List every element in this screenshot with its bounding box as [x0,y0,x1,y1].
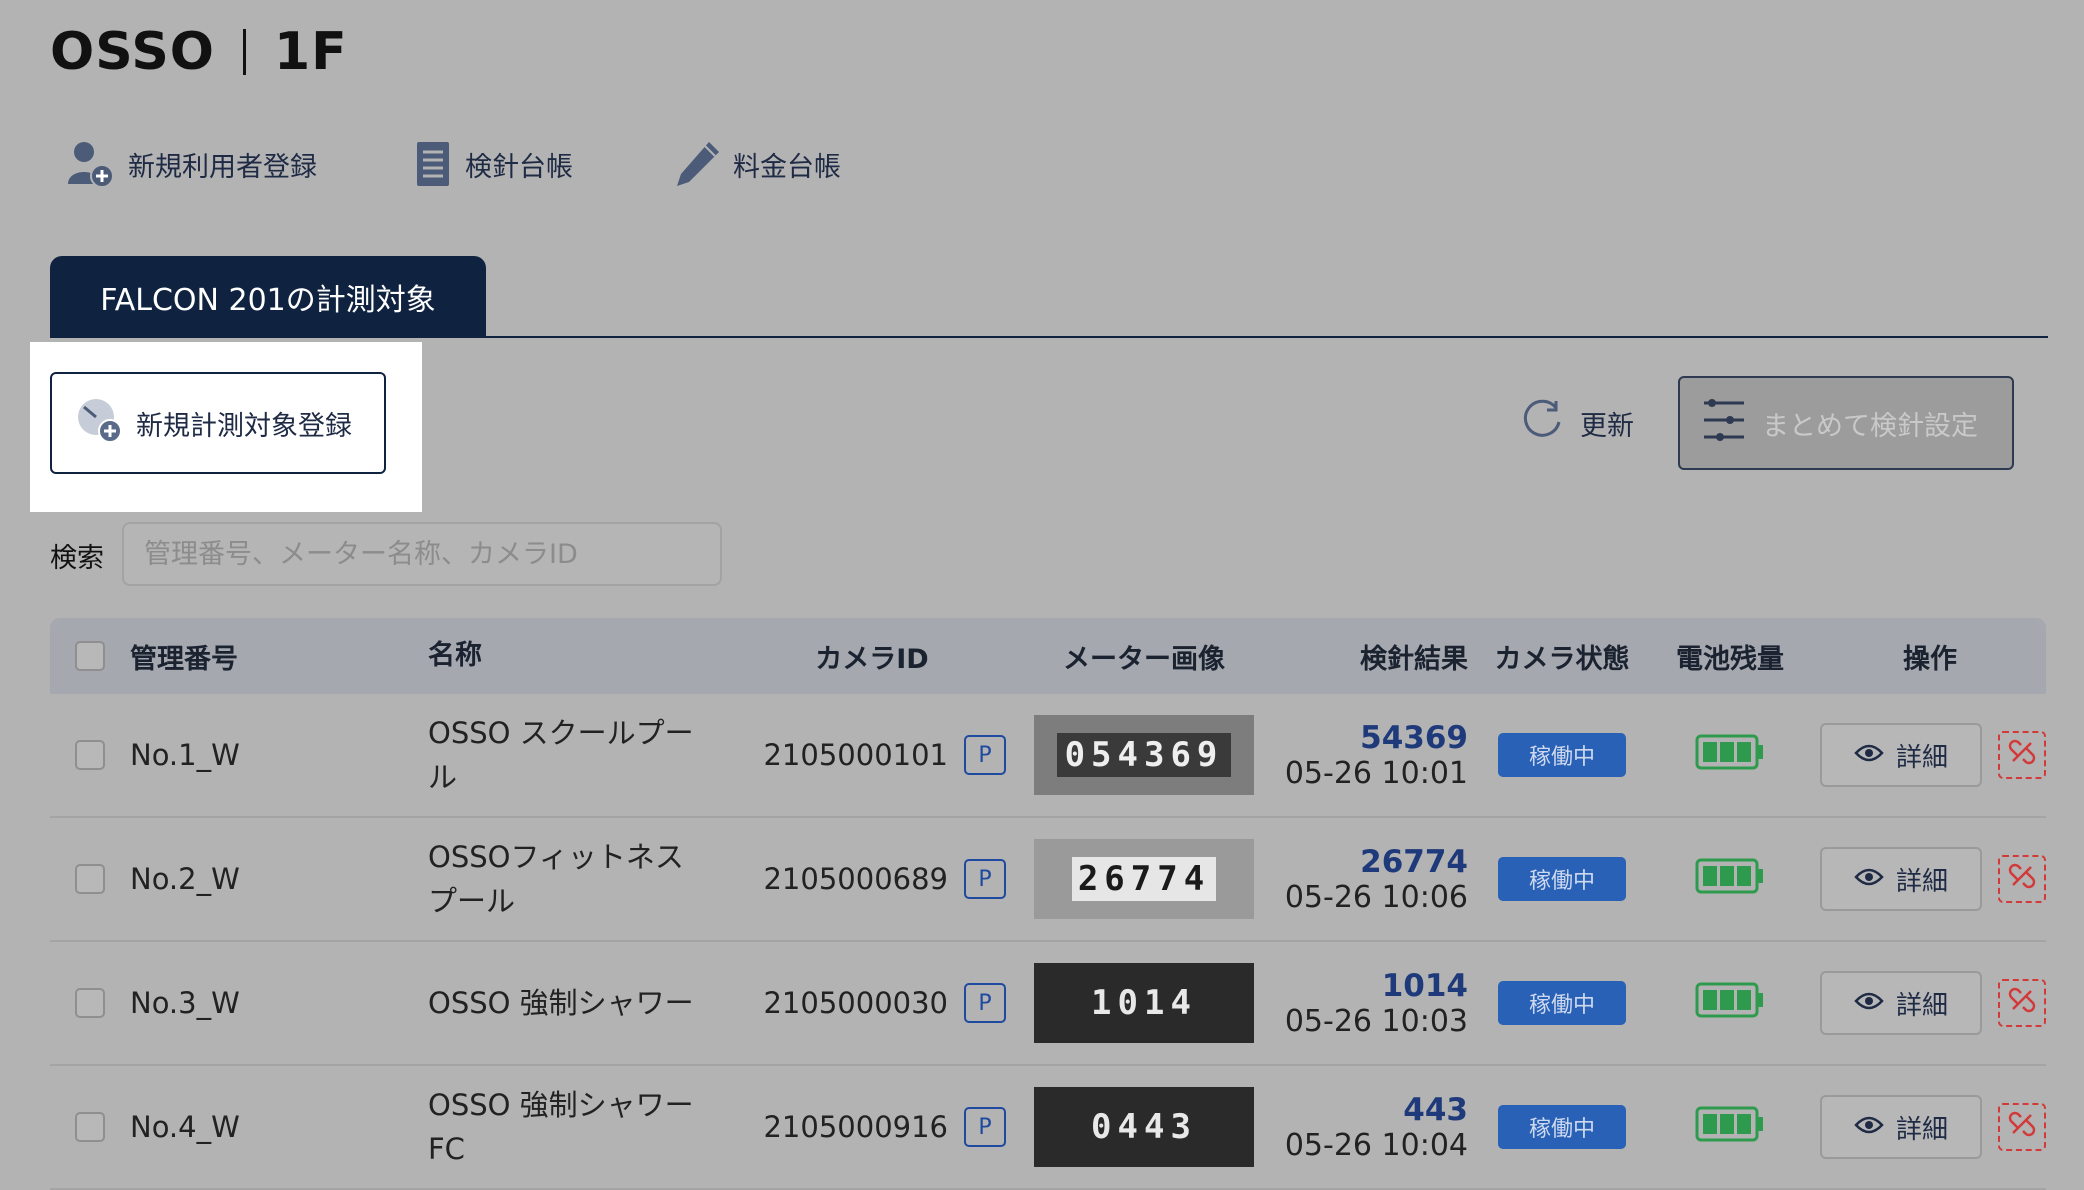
title-divider [242,29,246,75]
pencil-icon [673,138,721,190]
detail-button[interactable]: 詳細 [1820,723,1982,787]
status-badge: 稼働中 [1498,857,1626,901]
battery-full-icon [1695,858,1765,901]
unlink-icon [2007,737,2037,774]
detail-button[interactable]: 詳細 [1820,1095,1982,1159]
meter-image[interactable]: 0443 [1034,1087,1254,1167]
table-row: No.1_W OSSO スクールプー ル 2105000101 P 054369… [50,694,2046,818]
eye-icon [1854,1112,1884,1142]
unlink-icon [2007,1109,2037,1146]
management-no: No.3_W [130,986,240,1020]
col-meter-image: メーター画像 [1063,643,1225,675]
unlink-icon [2007,985,2037,1022]
table-row: No.3_W OSSO 強制シャワー 2105000030 P 1014 101… [50,942,2046,1066]
camera-id: 2105000101 [763,738,948,772]
battery-full-icon [1695,982,1765,1025]
eye-icon [1854,740,1884,770]
unlink-button[interactable] [1998,979,2046,1027]
bulk-setting-label: まとめて検針設定 [1762,410,1978,442]
add-meter-icon [74,395,124,452]
row-checkbox[interactable] [75,740,105,770]
eye-icon [1854,988,1884,1018]
reading-result: 26774 05-26 10:06 [1284,843,1468,915]
row-checkbox[interactable] [75,864,105,894]
reading-result: 1014 05-26 10:03 [1284,967,1468,1039]
page-title: OSSO 1F [50,22,348,82]
status-badge: 稼働中 [1498,733,1626,777]
col-operations: 操作 [1903,643,1957,675]
bulk-meter-setting-button[interactable]: まとめて検針設定 [1678,376,2014,470]
row-checkbox[interactable] [75,1112,105,1142]
new-target-label: 新規計測対象登録 [136,410,352,442]
fee-ledger-label: 料金台帳 [733,151,841,183]
col-name: 名称 [428,640,482,671]
facility-name: OSSO [50,22,215,82]
meter-image[interactable]: 26774 [1034,839,1254,919]
reading-result: 54369 05-26 10:01 [1284,719,1468,791]
floor-name: 1F [273,22,348,82]
top-toolbar: 新規利用者登録 検針台帳 料金台帳 [64,138,841,190]
status-badge: 稼働中 [1498,1105,1626,1149]
new-user-label: 新規利用者登録 [128,151,317,183]
battery-full-icon [1695,1106,1765,1149]
eye-icon [1854,864,1884,894]
meter-image[interactable]: 1014 [1034,963,1254,1043]
add-user-icon [64,138,116,190]
refresh-label: 更新 [1580,411,1634,442]
sliders-icon [1700,395,1748,452]
row-checkbox[interactable] [75,988,105,1018]
col-management-no: 管理番号 [130,643,238,675]
detail-button[interactable]: 詳細 [1820,971,1982,1035]
camera-id: 2105000689 [763,862,948,896]
meter-name: OSSO スクールプー ル [428,716,694,794]
fee-ledger-link[interactable]: 料金台帳 [673,138,841,190]
unlink-button[interactable] [1998,855,2046,903]
management-no: No.4_W [130,1110,240,1144]
meter-name: OSSO 強制シャワー [428,986,694,1020]
search-label: 検索 [50,543,104,574]
meter-ledger-link[interactable]: 検針台帳 [413,138,573,190]
targets-table: 管理番号 名称 カメラID メーター画像 検針結果 カメラ状態 電池残量 操作 … [50,618,2046,1190]
tab-underline [486,336,2048,338]
refresh-button[interactable]: 更新 [1520,398,1634,449]
ledger-icon [413,140,453,188]
reading-result: 443 05-26 10:04 [1284,1091,1468,1163]
p-badge[interactable]: P [964,859,1006,899]
p-badge[interactable]: P [964,735,1006,775]
management-no: No.1_W [130,738,240,772]
select-all-checkbox[interactable] [75,641,105,671]
search-input[interactable] [122,522,722,586]
p-badge[interactable]: P [964,983,1006,1023]
battery-full-icon [1695,734,1765,777]
new-target-button[interactable]: 新規計測対象登録 [50,372,386,474]
unlink-button[interactable] [1998,731,2046,779]
meter-image[interactable]: 054369 [1034,715,1254,795]
refresh-icon [1520,398,1564,449]
p-badge[interactable]: P [964,1107,1006,1147]
table-row: No.4_W OSSO 強制シャワー FC 2105000916 P 0443 … [50,1066,2046,1190]
col-reading-result: 検針結果 [1360,643,1468,675]
table-header: 管理番号 名称 カメラID メーター画像 検針結果 カメラ状態 電池残量 操作 [50,618,2046,694]
unlink-icon [2007,861,2037,898]
tab-falcon-targets[interactable]: FALCON 201の計測対象 [50,256,486,338]
col-camera-state: カメラ状態 [1494,643,1630,675]
unlink-button[interactable] [1998,1103,2046,1151]
col-battery: 電池残量 [1676,643,1784,675]
meter-ledger-label: 検針台帳 [465,151,573,183]
meter-name: OSSOフィットネス プール [428,840,684,918]
col-camera-id: カメラID [815,643,929,675]
table-row: No.2_W OSSOフィットネス プール 2105000689 P 26774… [50,818,2046,942]
camera-id: 2105000916 [763,1110,948,1144]
new-user-link[interactable]: 新規利用者登録 [64,138,317,190]
management-no: No.2_W [130,862,240,896]
camera-id: 2105000030 [763,986,948,1020]
meter-name: OSSO 強制シャワー FC [428,1088,694,1166]
detail-button[interactable]: 詳細 [1820,847,1982,911]
status-badge: 稼働中 [1498,981,1626,1025]
